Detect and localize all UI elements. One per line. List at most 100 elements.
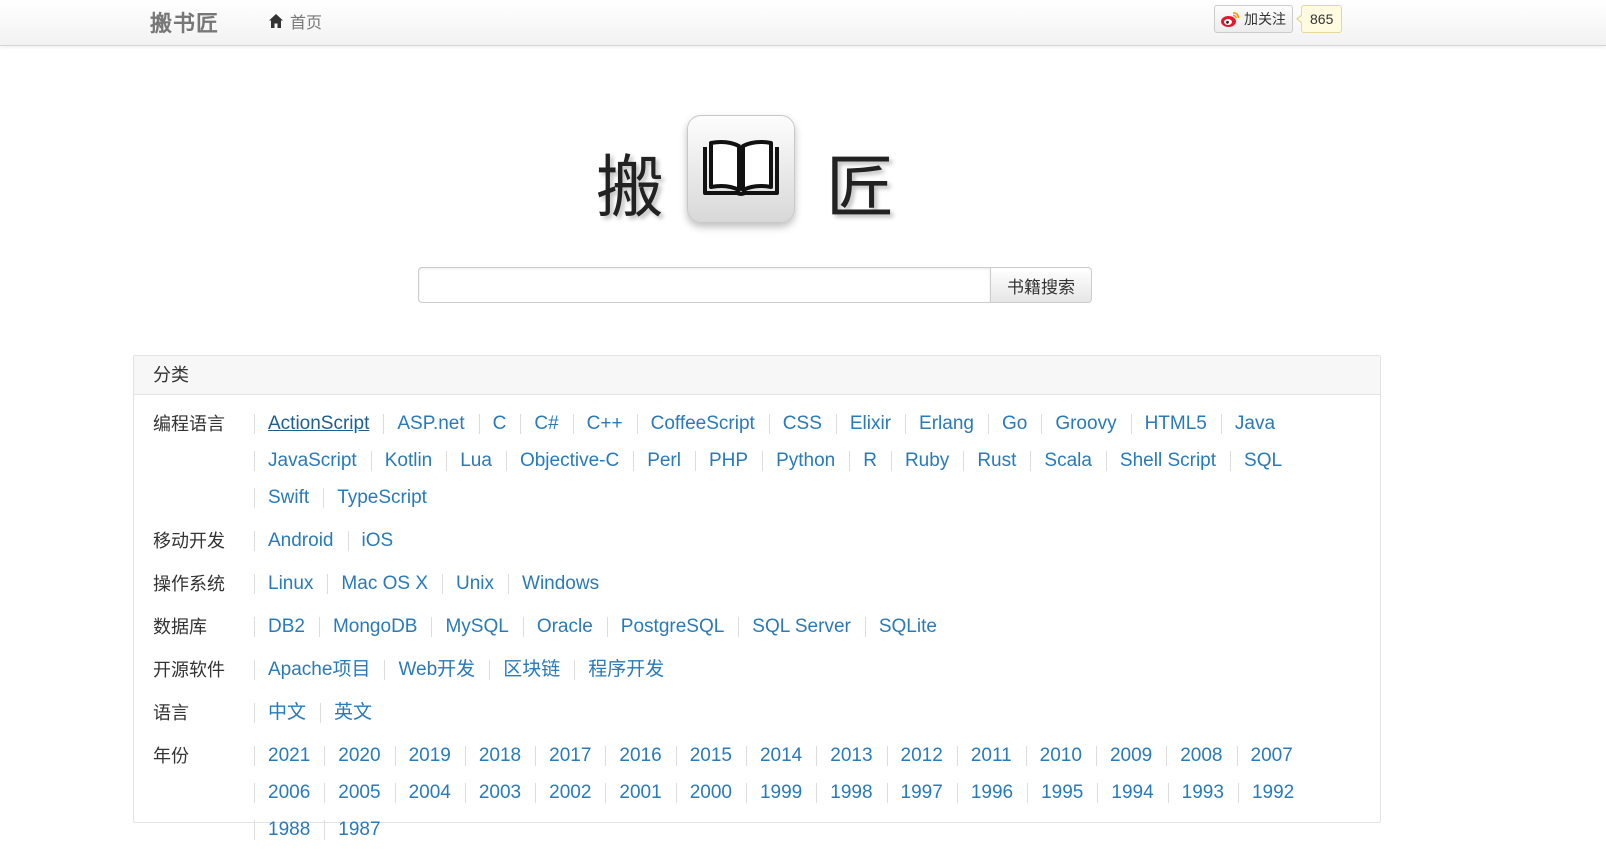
category-link[interactable]: ActionScript [254,414,383,434]
category-link[interactable]: R [849,451,891,471]
category-link[interactable]: Web开发 [384,660,489,680]
category-link[interactable]: Apache项目 [254,660,384,680]
category-link[interactable]: 1988 [254,820,324,840]
category-link[interactable]: CoffeeScript [636,414,769,434]
search-input[interactable] [418,267,990,303]
category-link[interactable]: 2021 [254,746,324,766]
category-panel: 分类 编程语言 ActionScript ASP.net C C# C++ CoffeeSc… [133,355,1381,840]
category-link[interactable]: C [478,414,521,434]
weibo-follow-button[interactable]: 加关注 [1214,5,1293,33]
category-list: 编程语言 ActionScript ASP.net C C# C++ CoffeeScrip… [134,395,1380,849]
category-link[interactable]: ASP.net [383,414,478,434]
category-row-label: 开源软件 [153,660,225,680]
category-link[interactable]: 1994 [1097,783,1167,803]
category-row-items: Linux Mac OS X Unix Windows [254,566,1354,603]
category-link[interactable]: Go [987,414,1041,434]
category-link[interactable]: TypeScript [323,488,441,508]
category-link[interactable]: 1987 [324,820,394,840]
category-link[interactable]: MySQL [431,617,522,637]
book-search-button[interactable]: 书籍搜索 [990,267,1092,303]
category-link[interactable]: 2016 [605,746,675,766]
category-link[interactable]: 2006 [254,783,324,803]
category-link[interactable]: DB2 [254,617,319,637]
category-row: 语言 中文 英文 [134,695,1380,732]
category-link[interactable]: 2018 [464,746,535,766]
category-link[interactable]: Python [762,451,849,471]
category-link[interactable]: Shell Script [1105,451,1230,471]
category-link[interactable]: PHP [694,451,762,471]
category-link[interactable]: 2011 [956,746,1026,766]
category-link[interactable]: SQL [1230,451,1296,471]
category-link[interactable]: 2005 [324,783,394,803]
site-brand[interactable]: 搬书匠 [150,6,219,38]
category-link[interactable]: 2017 [535,746,605,766]
category-row-items: DB2 MongoDB MySQL Oracle PostgreSQL SQL Serve… [254,609,1354,646]
category-link[interactable]: 2013 [816,746,886,766]
category-link[interactable]: Groovy [1041,414,1130,434]
category-link[interactable]: Rust [963,451,1030,471]
category-link[interactable]: 2007 [1236,746,1307,766]
category-link[interactable]: CSS [768,414,836,434]
category-link[interactable]: 2009 [1095,746,1166,766]
category-link[interactable]: Windows [508,574,613,594]
category-row-label: 数据库 [153,617,207,637]
category-link[interactable]: Scala [1030,451,1106,471]
category-link[interactable]: 2015 [675,746,746,766]
category-link[interactable]: SQL Server [738,617,865,637]
category-row: 编程语言 ActionScript ASP.net C C# C++ CoffeeScrip… [134,406,1380,517]
category-link[interactable]: 1993 [1167,783,1238,803]
category-link[interactable]: 2001 [605,783,675,803]
category-row-label: 语言 [153,703,189,723]
category-link[interactable]: C# [520,414,572,434]
category-link[interactable]: Linux [254,574,327,594]
category-link[interactable]: 2010 [1025,746,1096,766]
category-link[interactable]: 2003 [464,783,535,803]
category-link[interactable]: Lua [446,451,506,471]
weibo-follow-label: 加关注 [1244,11,1286,27]
category-link[interactable]: Android [254,531,348,551]
category-link[interactable]: 1998 [816,783,886,803]
category-link[interactable]: 1997 [886,783,957,803]
category-link[interactable]: 2000 [675,783,746,803]
category-link[interactable]: 2012 [886,746,957,766]
category-link[interactable]: iOS [347,531,408,551]
category-link[interactable]: Objective-C [505,451,633,471]
category-link[interactable]: 程序开发 [574,660,678,680]
top-navbar: 搬书匠 首页 加关注 865 [0,0,1606,46]
nav-home-link[interactable]: 首页 [268,9,322,33]
category-link[interactable]: PostgreSQL [606,617,739,637]
category-link[interactable]: Elixir [835,414,905,434]
weibo-icon [1221,11,1240,27]
category-link[interactable]: JavaScript [254,451,371,471]
category-link[interactable]: 2014 [745,746,816,766]
category-link[interactable]: Perl [633,451,695,471]
category-link[interactable]: 2002 [535,783,605,803]
category-link[interactable]: Erlang [905,414,988,434]
category-row-label: 操作系统 [153,574,225,594]
category-link[interactable]: 2004 [394,783,465,803]
nav-home-label: 首页 [290,15,323,32]
category-link[interactable]: 英文 [320,703,386,723]
category-link[interactable]: Java [1220,414,1289,434]
category-link[interactable]: C++ [572,414,637,434]
category-link[interactable]: Swift [254,488,323,508]
weibo-follow-widget: 加关注 865 [1214,5,1343,33]
category-link[interactable]: 2008 [1166,746,1236,766]
logo-char-right: 匠 [826,149,895,228]
category-link[interactable]: 区块链 [489,660,574,680]
category-link[interactable]: 1992 [1237,783,1308,803]
category-link[interactable]: 1999 [745,783,816,803]
category-link[interactable]: 2020 [324,746,394,766]
category-link[interactable]: 1995 [1027,783,1097,803]
category-link[interactable]: SQLite [864,617,951,637]
category-link[interactable]: 中文 [254,703,320,723]
category-link[interactable]: Oracle [522,617,607,637]
category-link[interactable]: Kotlin [370,451,447,471]
category-link[interactable]: Ruby [890,451,963,471]
category-link[interactable]: Unix [442,574,508,594]
category-link[interactable]: Mac OS X [327,574,442,594]
category-link[interactable]: MongoDB [318,617,432,637]
category-link[interactable]: 2019 [394,746,465,766]
category-link[interactable]: HTML5 [1130,414,1221,434]
category-link[interactable]: 1996 [956,783,1027,803]
